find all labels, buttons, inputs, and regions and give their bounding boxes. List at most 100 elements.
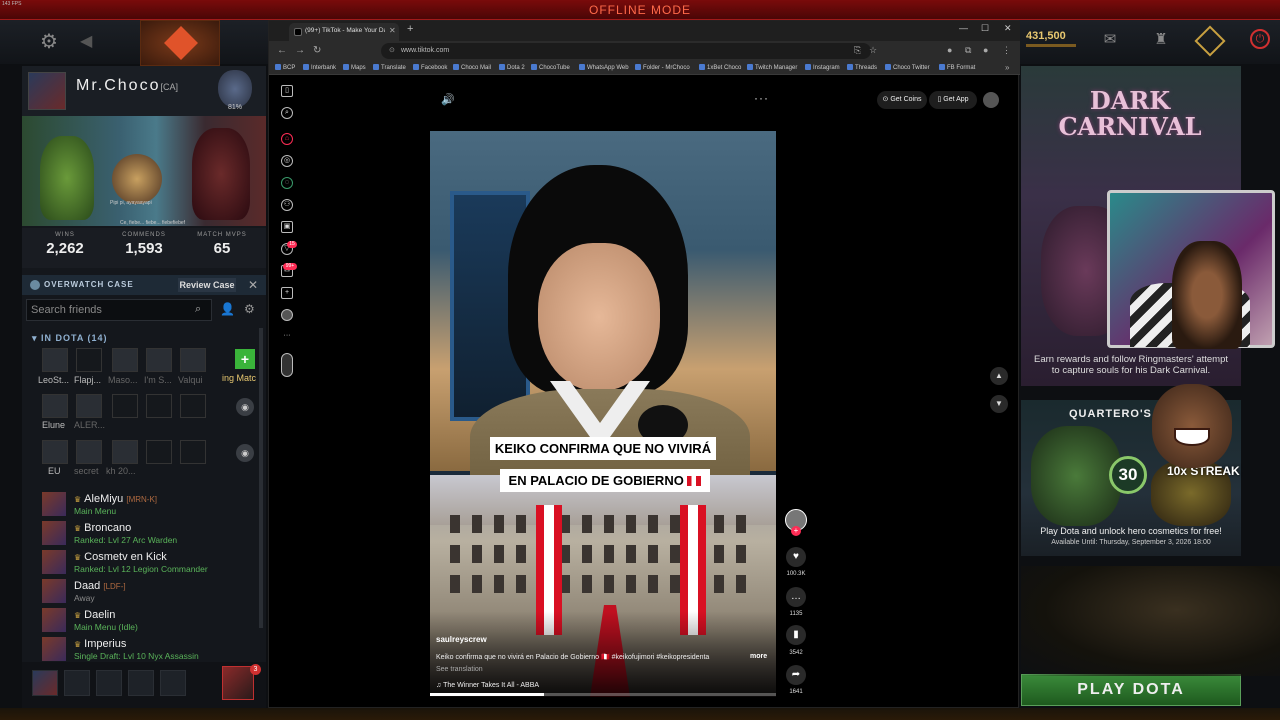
bookmark[interactable]: Instagram xyxy=(805,64,840,71)
tab-close-icon[interactable]: ✕ xyxy=(389,26,396,35)
friend-tile[interactable] xyxy=(42,348,68,372)
tab-tiktok[interactable]: (99+) TikTok - Make Your Day ✕ xyxy=(289,23,399,41)
back-icon[interactable]: ← xyxy=(277,45,287,56)
mail-icon[interactable]: ✉ xyxy=(1099,30,1121,50)
voice-line[interactable]: Pipi pi, ayayaayapi xyxy=(110,200,152,206)
search-icon[interactable]: ⌕ xyxy=(195,303,201,316)
bookmark[interactable]: Dota 2 xyxy=(499,64,525,71)
party-slot[interactable] xyxy=(128,670,154,696)
get-coins-button[interactable]: ⊙ Get Coins xyxy=(877,91,927,109)
upload-icon[interactable]: + xyxy=(281,287,293,299)
bookmark[interactable]: BCP xyxy=(275,64,295,71)
friend-tile[interactable] xyxy=(76,394,102,418)
profile-avatar-icon[interactable] xyxy=(281,309,293,321)
close-icon[interactable]: ✕ xyxy=(248,278,258,292)
search-friends-input[interactable] xyxy=(31,303,191,317)
url-input[interactable]: ⊙ www.tiktok.com xyxy=(381,43,871,59)
avatar[interactable] xyxy=(28,72,66,110)
next-video-chevron-down-icon[interactable]: ▼ xyxy=(990,395,1008,413)
bookmark[interactable]: ChocoTube xyxy=(531,64,570,71)
reload-icon[interactable]: ↻ xyxy=(313,45,321,56)
video-player[interactable]: KEIKO CONFIRMA QUE NO VIVIRÁ EN PALACIO … xyxy=(430,131,776,697)
chat-avatar[interactable] xyxy=(222,666,254,700)
bookmark[interactable]: Interbank xyxy=(303,64,336,71)
following-icon[interactable]: ⚇ xyxy=(281,199,293,211)
friend-tile[interactable] xyxy=(146,348,172,372)
watch-eye-icon[interactable]: ◉ xyxy=(236,398,254,416)
video-progress-bar[interactable] xyxy=(430,693,776,696)
dota-logo[interactable] xyxy=(140,20,220,66)
home-icon[interactable]: ⌂ xyxy=(281,133,293,145)
friend-tile[interactable] xyxy=(42,394,68,418)
bookmarks-overflow-icon[interactable]: » xyxy=(1005,63,1009,72)
forward-icon[interactable]: → xyxy=(295,45,305,56)
add-friend-icon[interactable]: 👤 xyxy=(220,302,235,316)
friend-tile[interactable] xyxy=(76,348,102,372)
bookmark[interactable]: 1xBet Choco xyxy=(699,64,741,71)
friend-list-item[interactable]: Daad [LDF-] Away xyxy=(42,579,262,605)
previous-video-chevron-up-icon[interactable]: ▲ xyxy=(990,367,1008,385)
friend-list-item[interactable]: ♛ Daelin Main Menu (Idle) xyxy=(42,608,262,634)
voice-line[interactable]: Ce, fiebe... fiebe... fiebefiebef xyxy=(120,220,185,226)
more-options-icon[interactable]: ··· xyxy=(754,91,769,105)
music-track[interactable]: ♫ The Winner Takes It All - ABBA xyxy=(436,682,539,689)
menu-icon[interactable]: ⋮ xyxy=(1002,45,1011,56)
close-window-icon[interactable]: ✕ xyxy=(1004,23,1012,34)
party-slot-self[interactable] xyxy=(32,670,58,696)
share-arrow-icon[interactable]: ➦ xyxy=(786,665,806,685)
friend-tile[interactable] xyxy=(42,440,68,464)
player-name[interactable]: Mr.Choco[CA] xyxy=(76,77,178,95)
bookmark-icon[interactable]: ▮ xyxy=(786,625,806,645)
bookmark[interactable]: Facebook xyxy=(413,64,447,71)
minimize-icon[interactable]: — xyxy=(959,23,968,33)
play-dota-button[interactable]: PLAY DOTA xyxy=(1021,674,1241,706)
friend-list-item[interactable]: ♛ AleMiyu [MRN-K] Main Menu xyxy=(42,492,262,518)
party-slot[interactable] xyxy=(160,670,186,696)
more-link[interactable]: more xyxy=(750,653,767,660)
video-author[interactable]: saulreyscrew xyxy=(436,635,487,644)
friend-tile[interactable] xyxy=(112,440,138,464)
bookmark[interactable]: Choco Twitter xyxy=(885,64,930,71)
power-icon[interactable]: ⏻ xyxy=(1250,29,1270,49)
site-info-icon[interactable]: ⊙ xyxy=(389,46,395,54)
bookmark[interactable]: Threads xyxy=(847,64,877,71)
follow-plus-icon[interactable]: + xyxy=(791,526,801,536)
party-slot[interactable] xyxy=(96,670,122,696)
new-tab-icon[interactable]: + xyxy=(407,23,413,35)
extension-icon[interactable]: ● xyxy=(947,45,952,55)
back-arrow-icon[interactable]: ◀ xyxy=(80,31,92,51)
install-icon[interactable]: ⎘ xyxy=(854,45,861,56)
search-icon[interactable]: ⌕ xyxy=(281,107,293,119)
friend-tile[interactable] xyxy=(112,348,138,372)
bookmark[interactable]: Twitch Manager xyxy=(747,64,797,71)
maximize-icon[interactable]: ☐ xyxy=(981,23,989,34)
armory-icon[interactable]: ♜ xyxy=(1150,30,1172,50)
friend-list-item[interactable]: ♛ Imperius Single Draft: Lvl 10 Nyx Assas… xyxy=(42,637,262,661)
friends-search[interactable]: ⌕ xyxy=(26,299,212,321)
friend-list-item[interactable]: ♛ Broncano Ranked: Lvl 27 Arc Warden xyxy=(42,521,262,547)
bookmark[interactable]: Translate xyxy=(373,64,406,71)
extensions-puzzle-icon[interactable]: ⧉ xyxy=(965,45,971,56)
in-dota-header[interactable]: ▾ IN DOTA (14) xyxy=(32,333,108,344)
get-app-button[interactable]: ▯ Get App xyxy=(929,91,977,109)
bookmark[interactable]: Choco Mail xyxy=(453,64,491,71)
friend-settings-icon[interactable]: ⚙ xyxy=(244,302,255,316)
comment-icon[interactable]: … xyxy=(786,587,806,607)
see-translation-link[interactable]: See translation xyxy=(436,666,483,673)
volume-icon[interactable]: 🔊 xyxy=(441,93,455,106)
settings-gear-icon[interactable]: ⚙ xyxy=(40,29,64,53)
rank-medal-icon[interactable] xyxy=(218,70,252,108)
bookmark-star-icon[interactable]: ☆ xyxy=(869,45,877,56)
like-heart-icon[interactable]: ♥ xyxy=(786,547,806,567)
bookmark[interactable]: Folder - MrChoco xyxy=(635,64,690,71)
add-party-icon[interactable]: + xyxy=(235,349,255,369)
explore-icon[interactable]: ◎ xyxy=(281,155,293,167)
bookmark[interactable]: WhatsApp Web xyxy=(579,64,629,71)
user-avatar[interactable] xyxy=(983,92,999,108)
friend-tile[interactable] xyxy=(76,440,102,464)
bookmark[interactable]: FB Format xyxy=(939,64,975,71)
collapse-sidebar-icon[interactable]: ▯ xyxy=(281,85,293,97)
friends-scrollbar[interactable] xyxy=(259,328,263,628)
profile-icon[interactable]: ● xyxy=(983,45,988,55)
more-icon[interactable]: ··· xyxy=(281,331,293,343)
